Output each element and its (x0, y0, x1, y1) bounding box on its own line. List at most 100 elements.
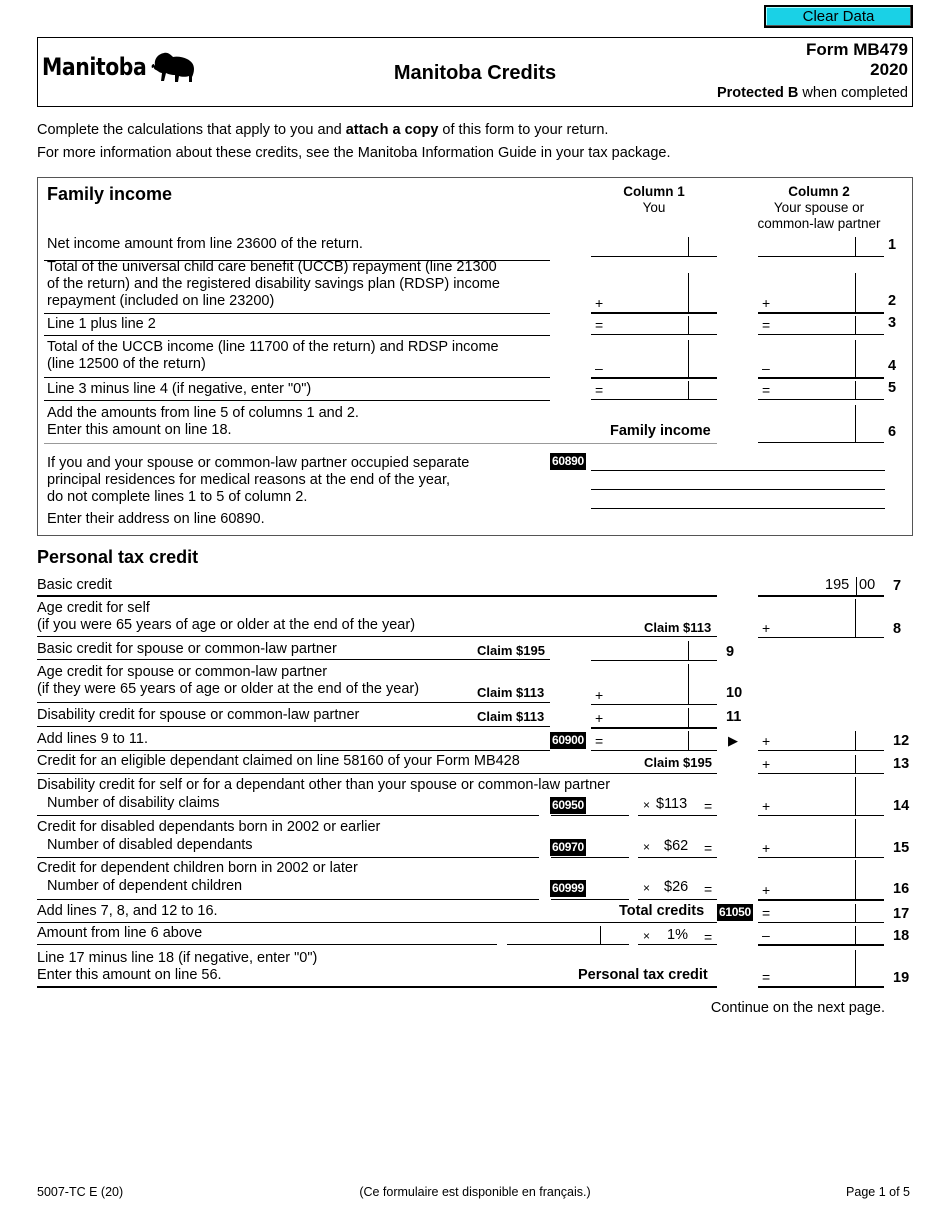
family-line-1-col2[interactable] (768, 237, 854, 255)
line-14-subtext: Number of disability claims (47, 795, 220, 811)
address-line-2[interactable] (591, 489, 885, 490)
family-line-3-col2[interactable] (768, 315, 854, 333)
line-16-count-input[interactable] (594, 879, 628, 897)
family-income-total[interactable] (768, 423, 854, 441)
line-16-amount[interactable] (768, 880, 854, 898)
line-15-count-input[interactable] (594, 838, 628, 856)
intro-text-end: of this form to your return. (438, 122, 609, 138)
operator-sign: + (762, 882, 771, 898)
line-14-count-input[interactable] (594, 796, 628, 814)
line-15-amount[interactable] (768, 838, 854, 856)
form-number: Form MB479 2020 (806, 40, 908, 80)
line-12-subtotal[interactable] (601, 731, 687, 749)
line-number: 7 (893, 578, 902, 594)
equals-sign: = (704, 881, 713, 897)
family-line-5-col2-underline (758, 399, 884, 400)
rate: $62 (664, 838, 689, 854)
line-18-family-income-cents-divider (600, 926, 601, 944)
family-line-1-col1-cents-divider (688, 237, 689, 256)
column-2-subtitle-2: common-law partner (757, 216, 881, 231)
line-number: 8 (893, 621, 902, 637)
row-divider (37, 750, 550, 751)
line-14-amount[interactable] (768, 796, 854, 814)
total-credits-label: Total credits (619, 903, 705, 919)
family-line-3-col1[interactable] (601, 315, 687, 333)
family-line-2-text-line: of the return) and the registered disabi… (47, 276, 500, 292)
line-18-family-income-underline (507, 944, 629, 945)
line-15-subtext: Number of disabled dependants (47, 837, 253, 853)
separate-residence-text: If you and your spouse or common-law par… (47, 455, 469, 506)
claim-amount: Claim $195 (477, 643, 545, 658)
family-line-4-text-line: (line 12500 of the return) (47, 356, 206, 372)
address-line-1[interactable] (591, 470, 885, 471)
family-line-4-col2[interactable] (768, 358, 854, 376)
column-1-subtitle: You (642, 200, 666, 215)
intro-line-2: For more information about these credits… (37, 145, 671, 161)
family-line-3-col2-underline (758, 334, 884, 335)
column-2-title: Column 2 (788, 184, 850, 199)
line-19-text-line: Line 17 minus line 18 (if negative, ente… (37, 950, 318, 966)
line-11-text: Disability credit for spouse or common-l… (37, 707, 360, 723)
intro-text: Complete the calculations that apply to … (37, 122, 346, 138)
family-line-5-col2[interactable] (768, 380, 854, 398)
row-divider (37, 986, 717, 988)
footer-french-note: (Ce formulaire est disponible en françai… (359, 1185, 591, 1199)
line-18-amount[interactable] (768, 925, 854, 943)
row-divider (37, 773, 717, 774)
protected-suffix: when completed (798, 85, 908, 101)
line-17-amount[interactable] (768, 903, 854, 921)
row-divider (37, 944, 497, 945)
operator-sign: = (762, 317, 771, 333)
family-line-2-col2[interactable] (768, 293, 854, 311)
row-divider (37, 899, 539, 900)
line-10-text-line: Age credit for spouse or common-law part… (37, 664, 328, 680)
continue-note: Continue on the next page. (710, 1000, 885, 1016)
line-10-amount[interactable] (601, 685, 687, 703)
row-divider (37, 702, 550, 703)
line-13-amount[interactable] (768, 754, 854, 772)
line-19-text-line: Enter this amount on line 56. (37, 967, 222, 983)
address-line-3[interactable] (591, 508, 885, 509)
family-line-5-col1-cents-divider (688, 381, 689, 399)
family-line-3-col1-cents-divider (688, 316, 689, 334)
line-number: 9 (726, 644, 735, 660)
family-line-5-col1[interactable] (601, 380, 687, 398)
multiply-sign: × (643, 929, 651, 943)
line-14-amount-underline (758, 815, 884, 816)
line-16-text: Credit for dependent children born in 20… (37, 860, 358, 876)
equals-sign: = (704, 798, 713, 814)
line-16-amount-underline (758, 899, 884, 901)
line-number: 12 (893, 733, 910, 749)
family-line-4-col1[interactable] (601, 358, 687, 376)
claim-amount: Claim $113 (644, 620, 712, 635)
line-19-amount[interactable] (768, 967, 854, 985)
clear-data-button[interactable]: Clear Data (764, 5, 913, 28)
line-number: 10 (726, 685, 743, 701)
operator-sign: = (762, 905, 771, 921)
operator-sign: + (595, 710, 604, 726)
family-line-2-text-line: repayment (included on line 23200) (47, 293, 275, 309)
line-17-amount-underline (758, 922, 884, 923)
line-10-text: Age credit for spouse or common-law part… (37, 664, 419, 698)
family-line-1-col1[interactable] (601, 237, 687, 255)
multiply-sign: × (643, 840, 651, 854)
operator-sign: + (595, 687, 604, 703)
count-underline (551, 815, 629, 816)
line-19-amount-underline (758, 986, 884, 988)
row-divider (37, 815, 539, 816)
family-line-3-text: Line 1 plus line 2 (47, 316, 156, 333)
line-12-amount[interactable] (768, 731, 854, 749)
family-line-2-text: Total of the universal child care benefi… (47, 259, 500, 310)
row-divider (37, 726, 550, 727)
line-11-amount[interactable] (601, 708, 687, 726)
family-line-2-col1[interactable] (601, 293, 687, 311)
line-18-family-income[interactable] (517, 925, 599, 943)
multiply-sign: × (643, 881, 651, 895)
family-line-6-text-line: Add the amounts from line 5 of columns 1… (47, 405, 359, 421)
line-15-amount-underline (758, 857, 884, 858)
line-9-amount[interactable] (601, 641, 687, 659)
line-number: 19 (893, 970, 910, 986)
line-8-amount[interactable] (768, 618, 854, 636)
line-15-amount-cents-divider (855, 819, 856, 857)
family-income-label: Family income (610, 423, 711, 439)
